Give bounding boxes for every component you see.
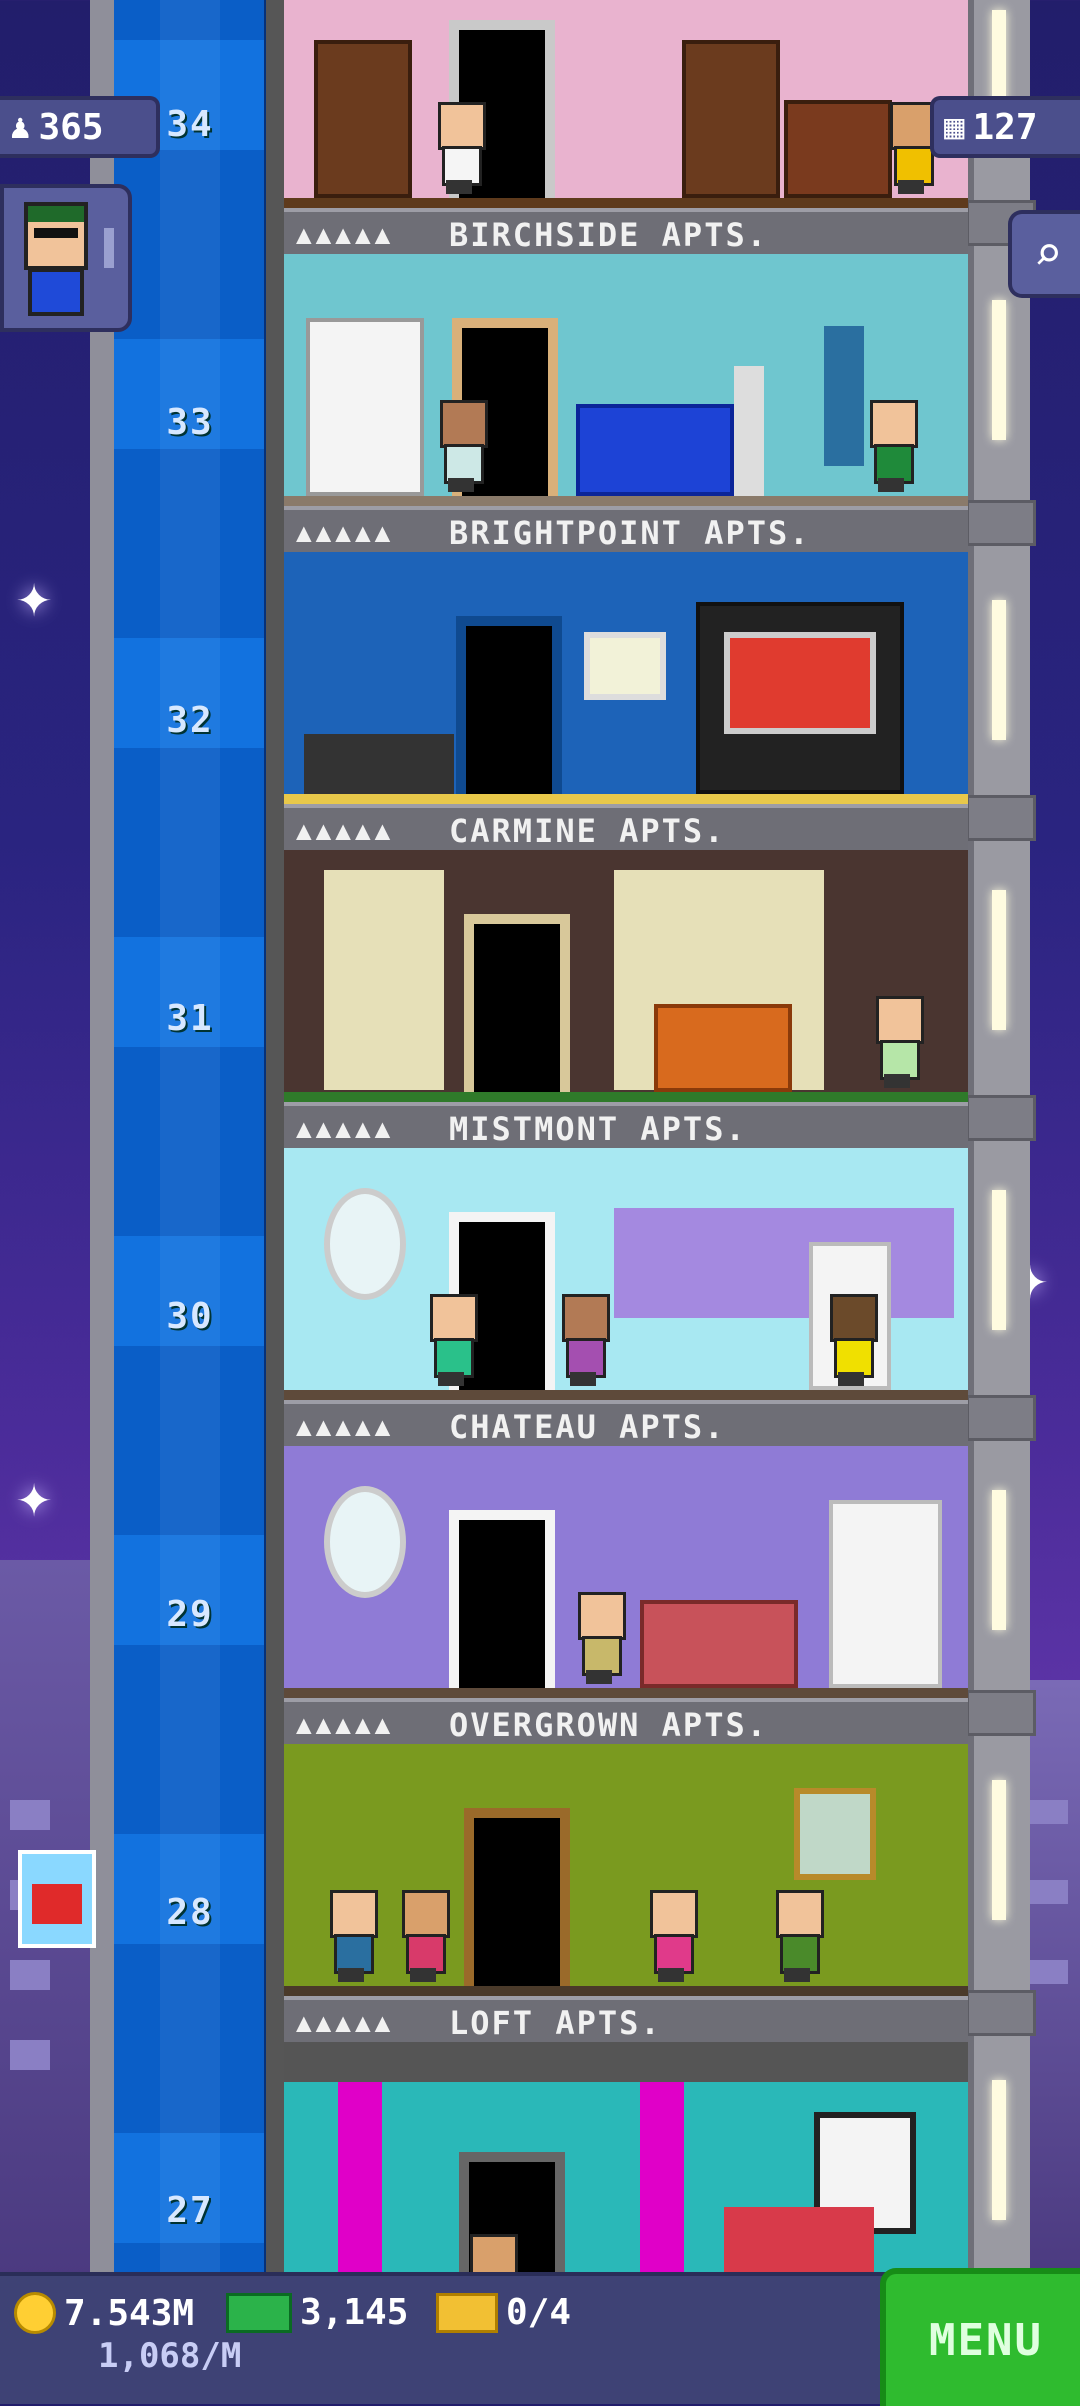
menu-button[interactable]: MENU: [880, 2268, 1080, 2406]
avatar: [24, 202, 88, 270]
magnifier-icon: ⌕: [1033, 226, 1063, 282]
floor-number: 30: [166, 1296, 214, 1337]
resident-slots: ▲▲▲▲▲: [296, 1412, 395, 1442]
floor-label-bar: ▲▲▲▲▲ BRIGHTPOINT APTS.: [284, 506, 968, 552]
menu-label: MENU: [929, 2314, 1043, 2366]
floor-31[interactable]: ▲▲▲▲▲ MISTMONT APTS.: [284, 850, 968, 1148]
star-decoration: ✦: [16, 1461, 53, 1531]
cash-icon: [226, 2292, 292, 2333]
tickets-display[interactable]: 0/4: [436, 2292, 571, 2333]
floor-number: 31: [166, 998, 214, 1039]
floor-name: MISTMONT APTS.: [449, 1110, 747, 1148]
floor-label-bar: ▲▲▲▲▲ MISTMONT APTS.: [284, 1102, 968, 1148]
floor-name: BIRCHSIDE APTS.: [449, 216, 768, 254]
coin-icon: [14, 2292, 56, 2334]
building-icon: ▦: [944, 107, 965, 147]
floor-label-bar: ▲▲▲▲▲ CHATEAU APTS.: [284, 1400, 968, 1446]
resident-slots: ▲▲▲▲▲: [296, 2008, 395, 2038]
resident-slots: ▲▲▲▲▲: [296, 220, 395, 250]
floor-29[interactable]: ▲▲▲▲▲ OVERGROWN APTS.: [284, 1446, 968, 1744]
floor-30[interactable]: ▲▲▲▲▲ CHATEAU APTS.: [284, 1148, 968, 1446]
tower-wall-left: [266, 0, 284, 2272]
floor-name: BRIGHTPOINT APTS.: [449, 514, 811, 552]
floor-33[interactable]: ▲▲▲▲▲ BRIGHTPOINT APTS.: [284, 254, 968, 552]
coins-value: 7.543M: [64, 2292, 195, 2334]
floor-label-bar: ▲▲▲▲▲ CARMINE APTS.: [284, 804, 968, 850]
floor-counter[interactable]: ▦ 127: [930, 96, 1080, 158]
resident-slots: ▲▲▲▲▲: [296, 816, 395, 846]
floor-name: OVERGROWN APTS.: [449, 1706, 768, 1744]
tower-wall-right: [966, 0, 1036, 2272]
floor-label-bar: ▲▲▲▲▲ BIRCHSIDE APTS.: [284, 208, 968, 254]
tickets-value: 0/4: [506, 2292, 572, 2333]
search-button[interactable]: ⌕: [1008, 210, 1080, 298]
person-icon: ♟: [10, 107, 31, 147]
side-notification-icon[interactable]: [18, 1850, 96, 1948]
floor-number: 32: [166, 700, 214, 741]
coins-display[interactable]: 7.543M: [14, 2292, 194, 2334]
resident-slots: ▲▲▲▲▲: [296, 1114, 395, 1144]
floor-name: CARMINE APTS.: [449, 812, 726, 850]
income-rate: 1,068/M: [98, 2336, 242, 2376]
fries-icon: [32, 1884, 82, 1924]
floor-number: 29: [166, 1594, 214, 1635]
floor-number: 27: [166, 2190, 214, 2231]
floor-28[interactable]: ▲▲▲▲▲ LOFT APTS.: [284, 1744, 968, 2042]
floor-name: CHATEAU APTS.: [449, 1408, 726, 1446]
bux-value: 3,145: [300, 2292, 409, 2333]
bitizen-avatar-button[interactable]: [0, 184, 132, 332]
floor-32[interactable]: ▲▲▲▲▲ CARMINE APTS.: [284, 552, 968, 850]
floor-count-value: 127: [972, 106, 1038, 148]
floor-name: LOFT APTS.: [449, 2004, 662, 2042]
resident-slots: ▲▲▲▲▲: [296, 518, 395, 548]
star-decoration: ✦: [16, 561, 53, 631]
population-value: 365: [38, 106, 104, 148]
bux-display[interactable]: 3,145: [226, 2292, 408, 2333]
floor-label-bar: ▲▲▲▲▲ LOFT APTS.: [284, 1996, 968, 2042]
ticket-icon: [436, 2292, 498, 2333]
floor-number: 33: [166, 402, 214, 443]
resident-slots: ▲▲▲▲▲: [296, 1710, 395, 1740]
floor-label-bar: ▲▲▲▲▲ OVERGROWN APTS.: [284, 1698, 968, 1744]
floor-number: 28: [166, 1892, 214, 1933]
floor-34[interactable]: ▲▲▲▲▲ BIRCHSIDE APTS.: [284, 0, 968, 254]
population-counter[interactable]: ♟ 365: [0, 96, 160, 158]
